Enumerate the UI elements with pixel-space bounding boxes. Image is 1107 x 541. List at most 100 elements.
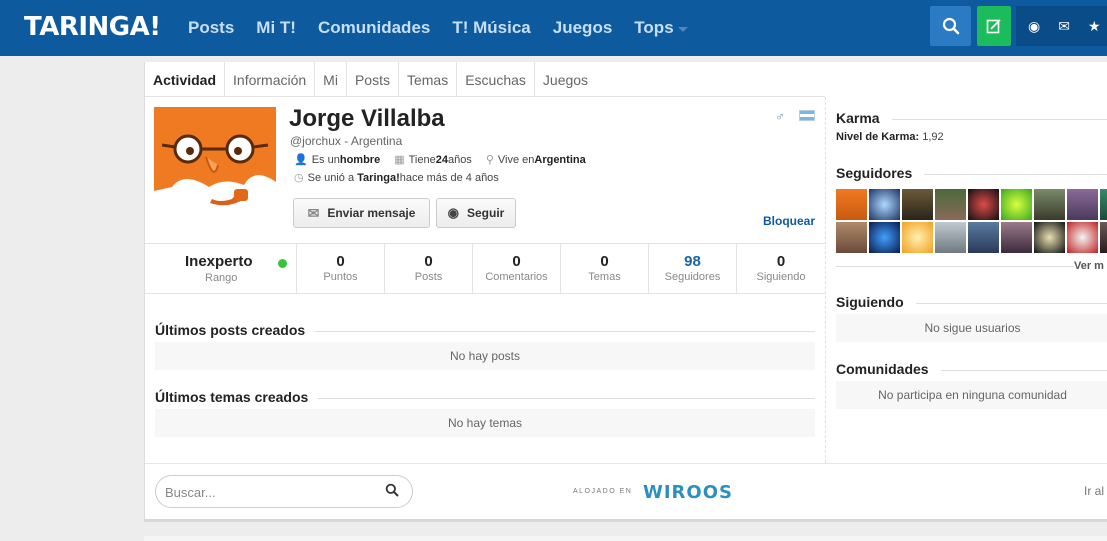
profile-name: Jorge Villalba [289, 105, 445, 132]
tab-temas[interactable]: Temas [399, 62, 458, 97]
new-post-button[interactable] [977, 6, 1011, 46]
stat-label: Seguidores [664, 271, 721, 283]
followers-title: Seguidores [836, 165, 925, 181]
follower-avatar[interactable] [1100, 189, 1107, 220]
lives-prefix: Vive en [497, 153, 535, 166]
eye-icon: ◉ [447, 205, 459, 220]
search-icon [942, 17, 959, 35]
joined-site: Taringa! [357, 171, 400, 184]
nav-t-musica[interactable]: T! Música [452, 18, 530, 38]
follower-avatar[interactable] [902, 189, 933, 220]
follower-avatar[interactable] [1001, 189, 1032, 220]
latest-posts-title: Últimos posts creados [155, 322, 316, 338]
see-more-followers-link[interactable]: Ver m [1074, 260, 1104, 272]
follow-button[interactable]: ◉ Seguir [436, 198, 516, 228]
follower-avatar[interactable] [968, 189, 999, 220]
follower-avatar[interactable] [836, 222, 867, 253]
tab-escuchas[interactable]: Escuchas [457, 62, 535, 97]
follower-avatar[interactable] [902, 222, 933, 253]
nav-juegos[interactable]: Juegos [553, 18, 613, 38]
follower-avatar[interactable] [869, 189, 900, 220]
nav-tops[interactable]: Tops [634, 18, 688, 38]
follower-avatar[interactable] [935, 189, 966, 220]
edit-icon [986, 19, 1001, 34]
nav-mi-t[interactable]: Mi T! [256, 18, 296, 38]
user-icon: 👤 [294, 154, 308, 166]
follower-avatar[interactable] [1034, 189, 1065, 220]
stat-siguiendo[interactable]: 0 Siguiendo [737, 244, 825, 293]
profile-info-line: 👤 Es un hombre ▦ Tiene 24 años ⚲ Vive en… [294, 153, 586, 167]
stat-seguidores[interactable]: 98 Seguidores [649, 244, 737, 293]
stat-value: 0 [424, 253, 433, 270]
avatar[interactable] [154, 107, 276, 219]
tab-juegos[interactable]: Juegos [535, 62, 596, 97]
follower-avatar[interactable] [1034, 222, 1065, 253]
star-icon[interactable]: ★ [1088, 19, 1101, 33]
search-input[interactable] [165, 483, 375, 501]
karma-level: Nivel de Karma: 1,92 [836, 131, 944, 143]
search-button[interactable] [930, 6, 971, 46]
taringa-logo[interactable]: TARINGA! [24, 12, 161, 42]
joined-prefix: Se unió a [307, 171, 355, 184]
age-suffix: años [447, 153, 472, 166]
stat-temas[interactable]: 0 Temas [561, 244, 649, 293]
follower-avatar[interactable] [968, 222, 999, 253]
follow-label: Seguir [467, 206, 505, 220]
stat-comentarios: 0 Comentarios [473, 244, 561, 293]
panel-footer: ALOJADO EN WIROOS Ir al [145, 463, 1107, 519]
tab-informacion[interactable]: Información [225, 62, 316, 97]
follower-avatar[interactable] [869, 222, 900, 253]
stat-value: 0 [336, 253, 345, 270]
latest-topics-title: Últimos temas creados [155, 389, 319, 405]
block-link[interactable]: Bloquear [763, 214, 815, 228]
follower-avatar[interactable] [836, 189, 867, 220]
male-icon: ♂ [775, 109, 785, 124]
follower-avatar[interactable] [935, 222, 966, 253]
profile-joined-line: ◷ Se unió a Taringa! hace más de 4 años [294, 171, 499, 185]
joined-suffix: hace más de 4 años [399, 171, 499, 184]
follower-avatar[interactable] [1067, 222, 1098, 253]
gender-value: hombre [339, 153, 381, 166]
next-panel-edge [144, 536, 1107, 541]
stat-value: 0 [600, 253, 609, 270]
search-icon[interactable] [385, 483, 399, 500]
karma-title: Karma [836, 110, 892, 126]
profile-tabs: Actividad Información Mi Posts Temas Esc… [145, 62, 825, 97]
go-to-top-link[interactable]: Ir al [1084, 484, 1104, 498]
stat-value: 0 [776, 253, 786, 270]
main-nav: Posts Mi T! Comunidades T! Música Juegos… [188, 0, 710, 56]
sidebar-divider [836, 266, 1074, 267]
hosted-by-label: ALOJADO EN [573, 488, 633, 495]
follower-avatar[interactable] [1001, 222, 1032, 253]
top-navigation-bar: TARINGA! Posts Mi T! Comunidades T! Músi… [0, 0, 1107, 56]
follower-avatar[interactable] [1100, 222, 1107, 253]
rank-stat: Inexperto Rango [145, 244, 297, 293]
tab-mi[interactable]: Mi [315, 62, 347, 97]
tab-posts[interactable]: Posts [347, 62, 399, 97]
stat-posts[interactable]: 0 Posts [385, 244, 473, 293]
following-title: Siguiendo [836, 294, 916, 310]
eye-icon[interactable]: ◉ [1028, 19, 1040, 33]
stat-label: Temas [588, 271, 621, 283]
profile-handle: @jorchux - Argentina [290, 134, 403, 148]
follower-avatar[interactable] [1067, 189, 1098, 220]
wiroos-logo[interactable]: WIROOS [643, 482, 733, 503]
send-message-button[interactable]: ✉ Enviar mensaje [293, 198, 430, 228]
rank-value: Inexperto [185, 253, 253, 270]
online-status-icon [278, 259, 287, 268]
tab-actividad[interactable]: Actividad [145, 62, 226, 97]
panel-bottom-edge [144, 519, 1107, 522]
stat-label: Comentarios [485, 271, 548, 283]
communities-title: Comunidades [836, 361, 941, 377]
lives-value: Argentina [534, 153, 586, 166]
nav-posts[interactable]: Posts [188, 18, 234, 38]
mail-icon[interactable]: ✉ [1058, 19, 1070, 33]
nav-comunidades[interactable]: Comunidades [318, 18, 430, 38]
argentina-flag-icon [799, 110, 815, 121]
gender-prefix: Es un [311, 153, 340, 166]
chevron-down-icon [677, 26, 688, 32]
age-value: 24 [435, 153, 448, 166]
profile-sidebar: Karma Nivel de Karma: 1,92 Seguidores Ve… [825, 97, 1107, 463]
profile-header: Jorge Villalba @jorchux - Argentina 👤 Es… [145, 97, 825, 243]
rank-label: Rango [205, 272, 238, 284]
